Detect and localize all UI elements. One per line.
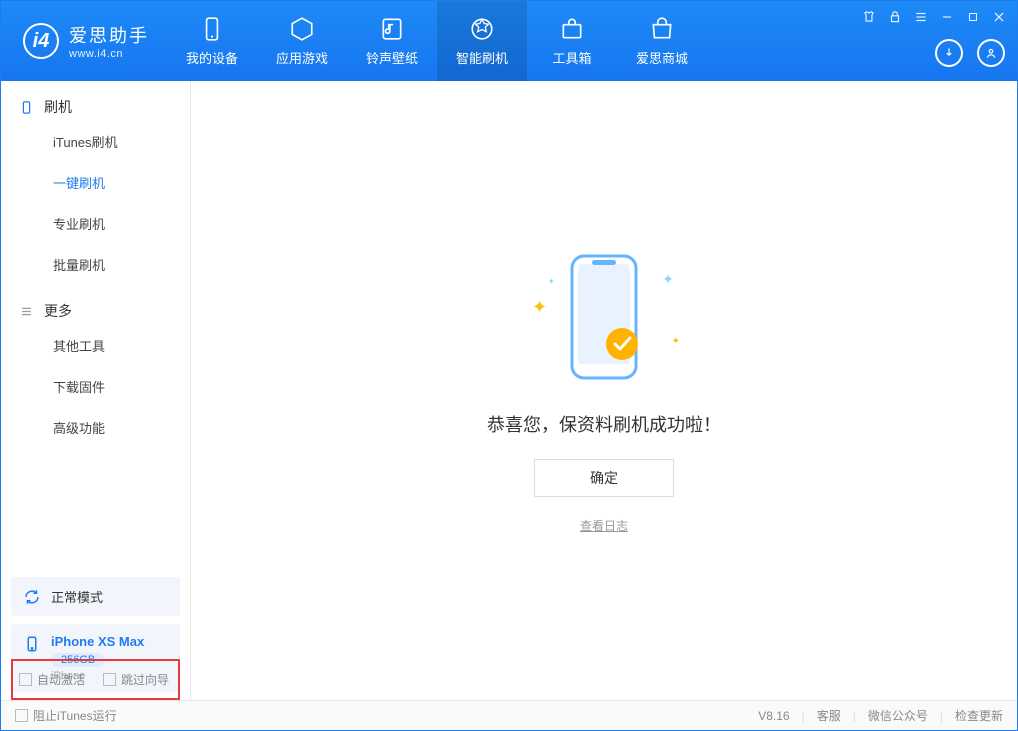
lock-icon[interactable] <box>887 9 903 25</box>
main-content: ✦ ✦ ✦ ✦ 恭喜您，保资料刷机成功啦！ 确定 查看日志 <box>191 81 1017 700</box>
device-name: iPhone XS Max <box>51 634 144 649</box>
mode-label: 正常模式 <box>51 587 103 606</box>
user-icon[interactable] <box>977 39 1005 67</box>
minimize-icon[interactable] <box>939 9 955 25</box>
app-domain: www.i4.cn <box>69 48 149 60</box>
maximize-icon[interactable] <box>965 9 981 25</box>
device-phone-icon <box>23 635 41 653</box>
sidebar-section-flash: 刷机 <box>1 97 190 117</box>
tab-store[interactable]: 爱思商城 <box>617 1 707 81</box>
sync-icon <box>23 588 41 606</box>
window-controls <box>861 9 1007 25</box>
download-icon[interactable] <box>935 39 963 67</box>
sidebar-item-other-tools[interactable]: 其他工具 <box>1 325 190 366</box>
shirt-icon[interactable] <box>861 9 877 25</box>
sidebar: 刷机 iTunes刷机 一键刷机 专业刷机 批量刷机 更多 其他工具 下载固件 … <box>1 81 191 700</box>
block-itunes-checkbox[interactable]: 阻止iTunes运行 <box>15 707 117 724</box>
ok-button[interactable]: 确定 <box>534 459 674 497</box>
success-message: 恭喜您，保资料刷机成功啦！ <box>487 411 721 437</box>
sidebar-options-highlight: 自动激活 跳过向导 <box>11 659 180 700</box>
sidebar-section-more: 更多 <box>1 301 190 321</box>
tab-my-device[interactable]: 我的设备 <box>167 1 257 81</box>
tab-apps-games[interactable]: 应用游戏 <box>257 1 347 81</box>
list-icon <box>19 304 34 319</box>
header-tabs: 我的设备 应用游戏 铃声壁纸 智能刷机 工具箱 爱思商城 <box>167 1 707 81</box>
phone-icon <box>19 100 34 115</box>
app-logo: i4 爱思助手 www.i4.cn <box>1 22 167 60</box>
logo-badge: i4 <box>23 23 59 59</box>
menu-icon[interactable] <box>913 9 929 25</box>
footer-link-wechat[interactable]: 微信公众号 <box>868 707 928 724</box>
app-header: i4 爱思助手 www.i4.cn 我的设备 应用游戏 铃声壁纸 智能刷机 工具… <box>1 1 1017 81</box>
footer-link-update[interactable]: 检查更新 <box>955 707 1003 724</box>
sidebar-item-batch-flash[interactable]: 批量刷机 <box>1 244 190 285</box>
view-log-link[interactable]: 查看日志 <box>580 517 628 534</box>
tab-smart-flash[interactable]: 智能刷机 <box>437 1 527 81</box>
success-illustration: ✦ ✦ ✦ ✦ <box>524 247 684 387</box>
tab-toolbox[interactable]: 工具箱 <box>527 1 617 81</box>
sidebar-item-oneclick-flash[interactable]: 一键刷机 <box>1 162 190 203</box>
header-action-icons <box>935 39 1005 67</box>
sidebar-item-pro-flash[interactable]: 专业刷机 <box>1 203 190 244</box>
tab-ringtone-wallpaper[interactable]: 铃声壁纸 <box>347 1 437 81</box>
footer-link-support[interactable]: 客服 <box>817 707 841 724</box>
mode-card[interactable]: 正常模式 <box>11 577 180 616</box>
app-name: 爱思助手 <box>69 22 149 48</box>
version-label: V8.16 <box>758 709 789 723</box>
sidebar-item-advanced[interactable]: 高级功能 <box>1 407 190 448</box>
sidebar-item-itunes-flash[interactable]: iTunes刷机 <box>1 121 190 162</box>
sidebar-item-download-firmware[interactable]: 下载固件 <box>1 366 190 407</box>
status-bar: 阻止iTunes运行 V8.16 | 客服 | 微信公众号 | 检查更新 <box>1 700 1017 730</box>
auto-activate-checkbox[interactable]: 自动激活 <box>19 671 85 688</box>
skip-guide-checkbox[interactable]: 跳过向导 <box>103 671 169 688</box>
close-icon[interactable] <box>991 9 1007 25</box>
